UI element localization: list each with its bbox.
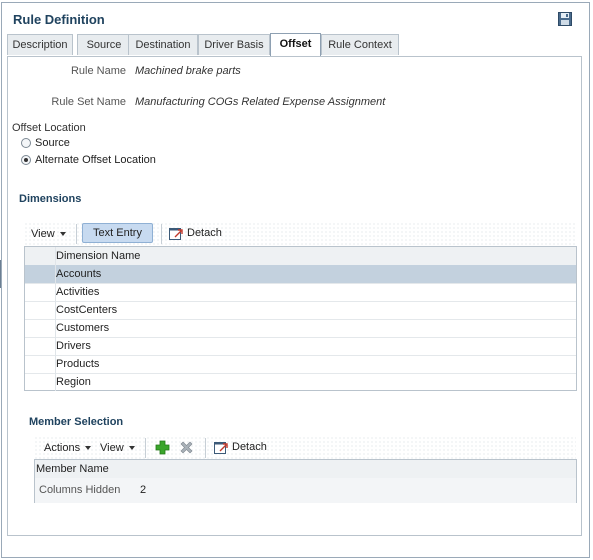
table-row[interactable]: Drivers — [25, 337, 576, 356]
save-icon[interactable] — [558, 12, 572, 26]
dimension-name-cell: Drivers — [56, 340, 91, 352]
panel-title: Rule Definition — [13, 12, 105, 27]
dimension-name-column-header[interactable]: Dimension Name — [25, 247, 576, 266]
table-row[interactable]: Accounts — [25, 265, 576, 284]
rule-set-name-label: Rule Set Name — [51, 96, 126, 108]
table-row[interactable]: Customers — [25, 319, 576, 338]
dimension-name-cell: CostCenters — [56, 304, 118, 316]
radio-source-label: Source — [35, 137, 70, 149]
dimensions-detach-button[interactable]: Detach — [187, 227, 222, 239]
actions-menu[interactable]: Actions — [44, 442, 92, 454]
dimensions-view-label: View — [31, 228, 55, 240]
plus-icon[interactable] — [155, 440, 170, 455]
dimensions-heading: Dimensions — [19, 193, 82, 205]
toolbar-separator — [76, 224, 77, 244]
dimension-name-cell: Region — [56, 376, 91, 388]
toolbar-separator — [161, 224, 162, 244]
row-gutter — [25, 337, 56, 355]
dimensions-table: Dimension Name Accounts Activities CostC… — [24, 246, 577, 391]
row-gutter — [25, 319, 56, 337]
member-view-label: View — [100, 442, 124, 454]
chevron-down-icon — [59, 232, 66, 237]
actions-label: Actions — [44, 442, 81, 454]
rule-set-name-value: Manufacturing COGs Related Expense Assig… — [135, 96, 386, 108]
row-gutter — [25, 247, 56, 265]
dimension-name-cell: Products — [56, 358, 100, 370]
tab-rule-context[interactable]: Rule Context — [321, 34, 399, 55]
table-row[interactable]: Products — [25, 355, 576, 374]
member-name-column-header[interactable]: Member Name — [35, 460, 576, 479]
columns-hidden-bar: Columns Hidden 2 — [35, 478, 576, 503]
tab-destination[interactable]: Destination — [128, 34, 198, 55]
row-gutter — [25, 355, 56, 373]
tab-offset[interactable]: Offset — [270, 33, 321, 56]
offset-location-label: Offset Location — [12, 122, 86, 134]
columns-hidden-label: Columns Hidden — [39, 484, 121, 496]
row-gutter — [25, 265, 56, 283]
radio-source[interactable] — [21, 138, 31, 148]
chevron-down-icon — [128, 446, 135, 451]
toolbar-separator — [205, 438, 206, 458]
tab-source[interactable]: Source — [77, 34, 131, 55]
member-detach-button[interactable]: Detach — [232, 441, 267, 453]
chevron-down-icon — [85, 446, 92, 451]
radio-alternate-label: Alternate Offset Location — [35, 154, 156, 166]
table-row[interactable]: Activities — [25, 283, 576, 302]
row-gutter — [25, 283, 56, 301]
member-selection-heading: Member Selection — [29, 416, 124, 428]
toolbar-separator — [145, 438, 146, 458]
dimension-name-cell: Accounts — [56, 268, 102, 280]
row-gutter — [25, 373, 56, 391]
table-row[interactable]: Region — [25, 373, 576, 391]
row-gutter — [25, 301, 56, 319]
dimension-name-header-label: Dimension Name — [56, 250, 141, 262]
rule-name-value: Machined brake parts — [135, 65, 241, 77]
member-view-menu[interactable]: View — [100, 442, 135, 454]
dimensions-view-menu[interactable]: View — [31, 228, 66, 240]
member-name-header-label: Member Name — [36, 463, 109, 475]
table-row[interactable]: CostCenters — [25, 301, 576, 320]
x-icon[interactable] — [179, 440, 194, 455]
text-entry-button[interactable]: Text Entry — [82, 223, 153, 243]
member-selection-table: Member Name Columns Hidden 2 — [34, 459, 577, 503]
rule-name-label: Rule Name — [70, 65, 126, 77]
tab-description[interactable]: Description — [7, 34, 73, 55]
detach-icon[interactable] — [214, 440, 228, 454]
columns-hidden-count: 2 — [140, 484, 147, 496]
radio-alternate-offset-location[interactable] — [21, 155, 31, 165]
dimension-name-cell: Customers — [56, 322, 110, 334]
tab-driver-basis[interactable]: Driver Basis — [198, 34, 270, 55]
radio-source-row[interactable]: Source — [21, 136, 70, 150]
radio-alternate-row[interactable]: Alternate Offset Location — [21, 153, 156, 167]
detach-icon[interactable] — [169, 226, 183, 240]
dimension-name-cell: Activities — [56, 286, 100, 298]
